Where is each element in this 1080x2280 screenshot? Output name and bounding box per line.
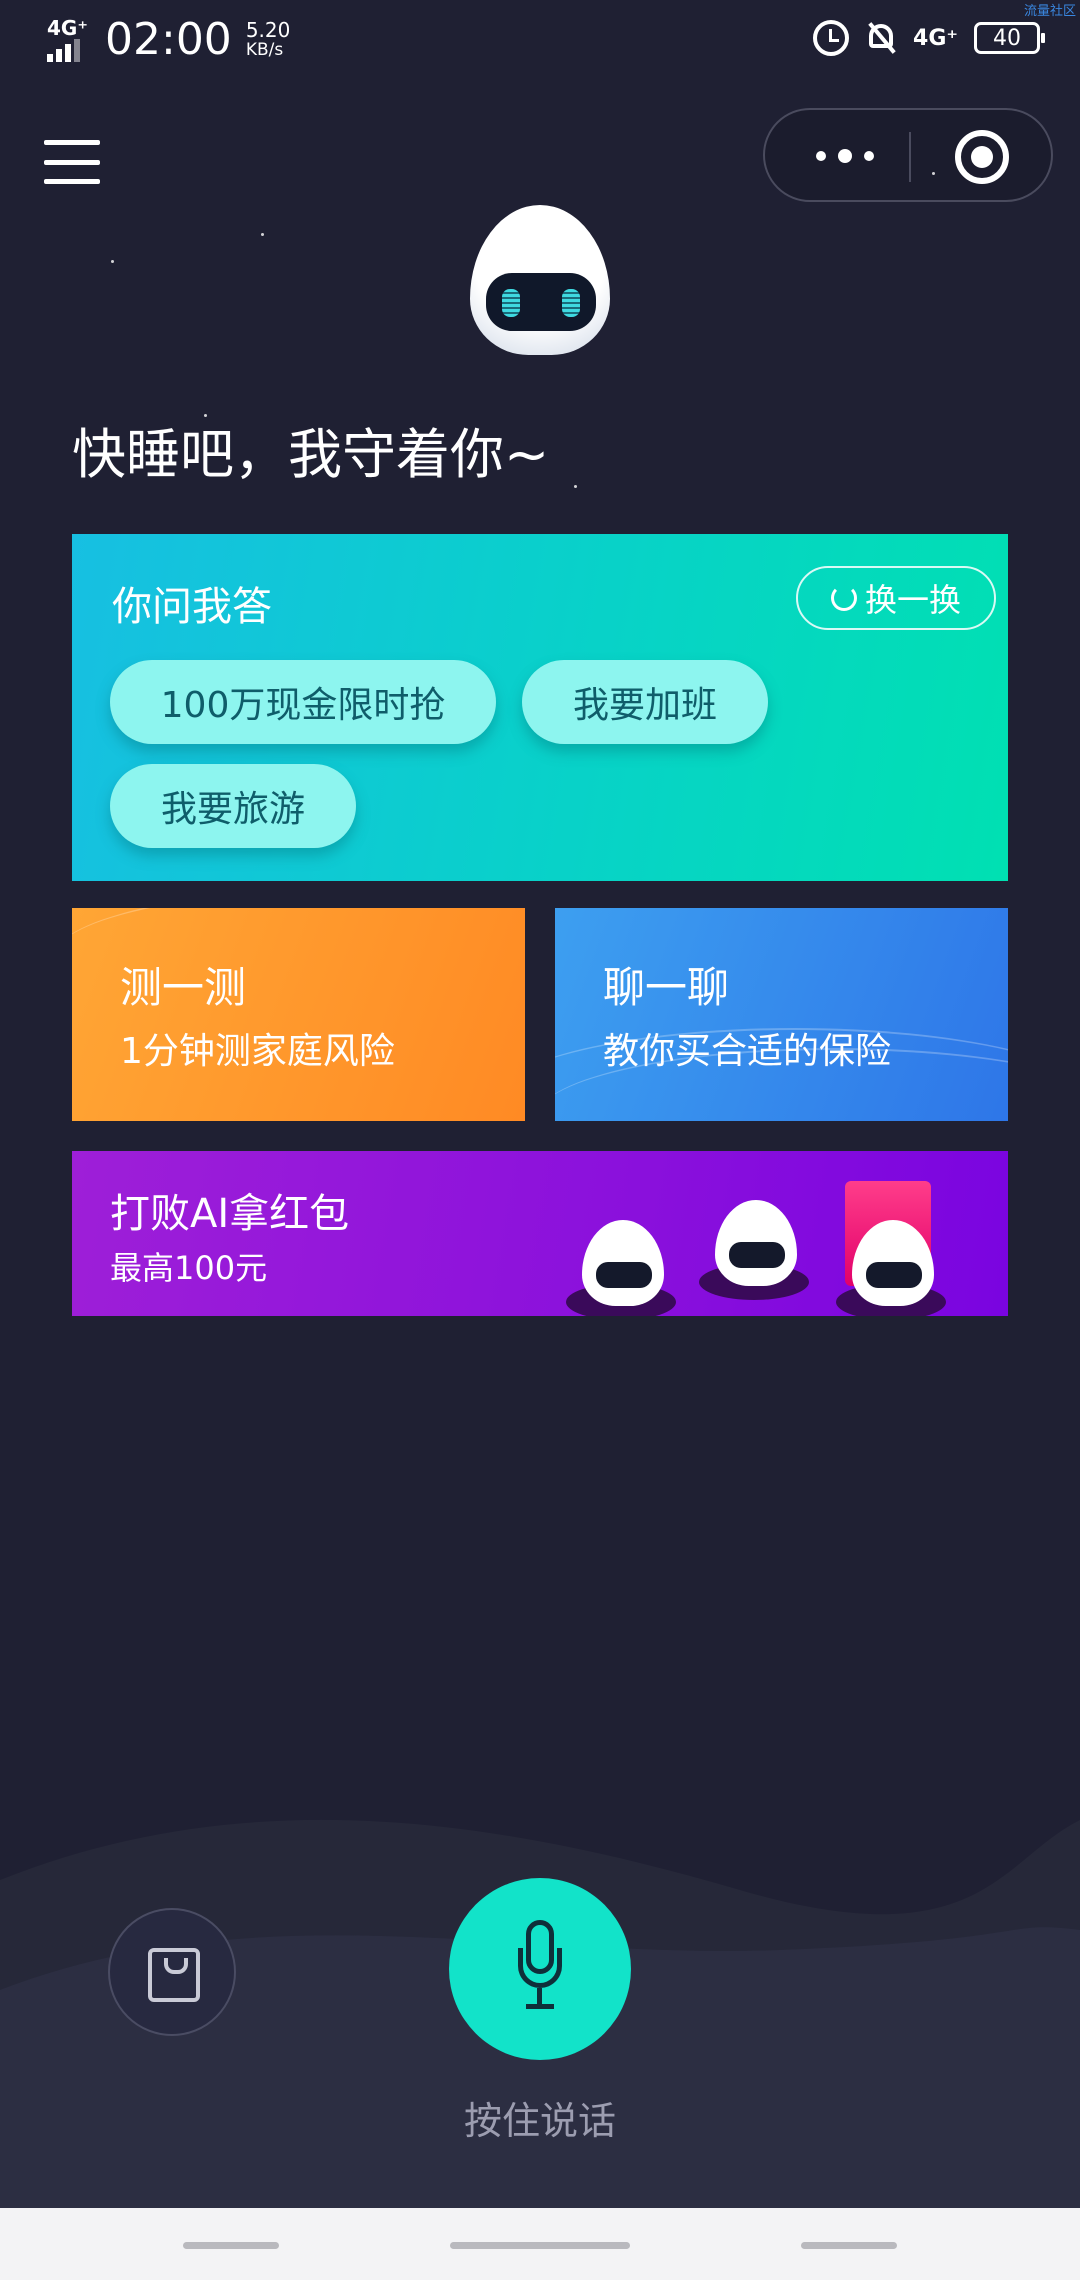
menu-icon[interactable] [44, 140, 100, 184]
question-chip[interactable]: 我要加班 [522, 660, 768, 744]
nav-back-pill[interactable] [801, 2242, 897, 2249]
network-speed: 5.20 KB/s [245, 18, 291, 60]
robot-illustration [699, 1166, 809, 1300]
question-chip[interactable]: 100万现金限时抢 [110, 660, 496, 744]
clock: 02:00 [105, 14, 232, 65]
mute-bell-icon [865, 20, 897, 56]
battery-level: 40 [993, 25, 1021, 51]
shopping-bag-icon [148, 1948, 200, 2002]
watermark: 流量社区 [1023, 4, 1076, 19]
greeting-text: 快睡吧，我守着你~ [72, 423, 550, 486]
signal-icon: 4G⁺ [45, 16, 91, 62]
target-icon[interactable] [955, 130, 1009, 184]
refresh-icon [830, 585, 857, 611]
banner-subtitle: 最高100元 [110, 1249, 268, 1287]
star-decoration [932, 172, 935, 175]
mini-program-capsule [763, 108, 1053, 202]
red-packet-banner[interactable]: 打败AI拿红包 最高100元 [72, 1151, 1008, 1316]
chat-card[interactable]: 聊一聊 教你买合适的保险 [555, 908, 1008, 1121]
network-type-left: 4G⁺ [47, 16, 88, 40]
robot-mascot [470, 205, 610, 360]
more-icon[interactable] [805, 140, 885, 172]
star-decoration [261, 233, 264, 236]
shop-button[interactable] [108, 1908, 236, 2036]
star-decoration [111, 260, 114, 263]
chat-card-title: 聊一聊 [603, 963, 730, 1012]
microphone-icon [518, 1920, 562, 2018]
nav-home-pill[interactable] [450, 2242, 630, 2249]
swap-button[interactable]: 换一换 [796, 566, 996, 630]
voice-button[interactable] [449, 1878, 631, 2060]
robot-illustration [566, 1196, 676, 1316]
hold-to-talk-label: 按住说话 [463, 2099, 616, 2143]
qa-card-title: 你问我答 [112, 584, 272, 630]
nav-menu-pill[interactable] [183, 2242, 279, 2249]
chat-card-subtitle: 教你买合适的保险 [603, 1031, 892, 1072]
battery-icon: 40 [974, 22, 1045, 54]
test-card-title: 测一测 [120, 963, 247, 1012]
alarm-icon [813, 20, 850, 56]
test-card-subtitle: 1分钟测家庭风险 [120, 1031, 395, 1072]
network-type-right: 4G⁺ [913, 25, 958, 51]
capsule-divider [909, 132, 911, 182]
star-decoration [574, 485, 577, 488]
test-card[interactable]: 测一测 1分钟测家庭风险 [72, 908, 525, 1121]
question-chip[interactable]: 我要旅游 [110, 764, 356, 848]
star-decoration [204, 414, 207, 417]
robot-illustration [836, 1196, 946, 1316]
status-bar: 4G⁺ 02:00 5.20 KB/s 4G⁺ 40 流量社区 [0, 0, 1080, 80]
banner-title: 打败AI拿红包 [110, 1191, 350, 1237]
qa-card: 你问我答 换一换 100万现金限时抢 我要加班 我要旅游 [72, 534, 1008, 881]
swap-button-label: 换一换 [864, 581, 961, 619]
system-nav-bar [0, 2208, 1080, 2280]
